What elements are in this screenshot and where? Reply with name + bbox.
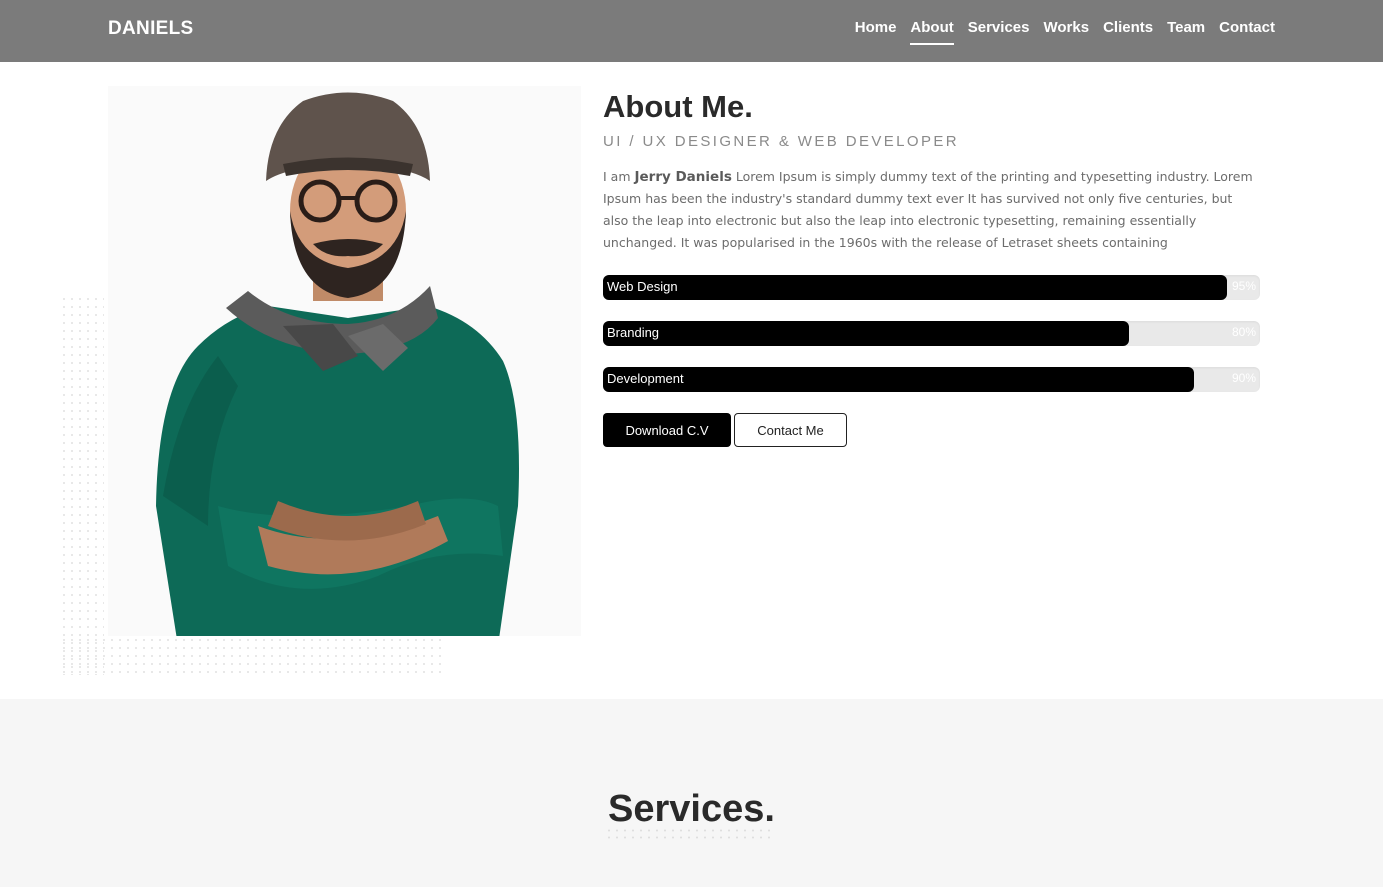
skills-list: Web Design 95% Branding 80% Development …: [603, 275, 1260, 392]
nav-services[interactable]: Services: [968, 19, 1030, 36]
skill-name: Branding: [607, 325, 660, 340]
services-section: Services.: [0, 699, 1383, 887]
skill-percent: 90%: [1231, 371, 1256, 385]
skill-fill: [603, 275, 1228, 300]
skill-name: Web Design: [607, 279, 678, 294]
intro-prefix: I am: [603, 169, 635, 184]
skill-percent: 80%: [1231, 325, 1256, 339]
dot-pattern-decoration: [605, 827, 775, 841]
about-actions: Download C.V Contact Me: [603, 413, 1260, 447]
navbar: DANIELS Home About Services Works Client…: [0, 0, 1383, 62]
person-illustration: [156, 92, 519, 636]
brand-logo[interactable]: DANIELS: [108, 18, 194, 40]
nav-about[interactable]: About: [910, 19, 955, 45]
skill-percent: 95%: [1231, 279, 1256, 293]
dot-pattern-decoration: [60, 295, 104, 675]
person-name: Jerry Daniels: [634, 169, 732, 185]
skill-fill: [603, 321, 1129, 346]
nav-contact[interactable]: Contact: [1219, 19, 1275, 36]
skill-bar: Development 90%: [603, 367, 1260, 392]
about-section: About Me. UI / UX DESIGNER & WEB DEVELOP…: [0, 62, 1383, 699]
nav-menu: Home About Services Works Clients Team C…: [855, 19, 1275, 45]
download-cv-button[interactable]: Download C.V: [603, 413, 731, 447]
contact-me-button[interactable]: Contact Me: [734, 413, 847, 447]
skill-bar: Branding 80%: [603, 321, 1260, 346]
skill-name: Development: [607, 371, 684, 386]
about-content: About Me. UI / UX DESIGNER & WEB DEVELOP…: [603, 86, 1260, 447]
profile-photo: [108, 86, 581, 636]
skill-bar: Web Design 95%: [603, 275, 1260, 300]
about-description: I am Jerry Daniels Lorem Ipsum is simply…: [603, 166, 1260, 254]
nav-home[interactable]: Home: [855, 19, 897, 36]
nav-clients[interactable]: Clients: [1103, 19, 1153, 36]
about-subtitle: UI / UX DESIGNER & WEB DEVELOPER: [603, 133, 960, 150]
services-title: Services.: [608, 788, 775, 830]
nav-works[interactable]: Works: [1043, 19, 1089, 36]
about-title: About Me.: [603, 89, 753, 124]
skill-fill: [603, 367, 1195, 392]
dot-pattern-decoration: [60, 636, 446, 678]
nav-team[interactable]: Team: [1167, 19, 1205, 36]
